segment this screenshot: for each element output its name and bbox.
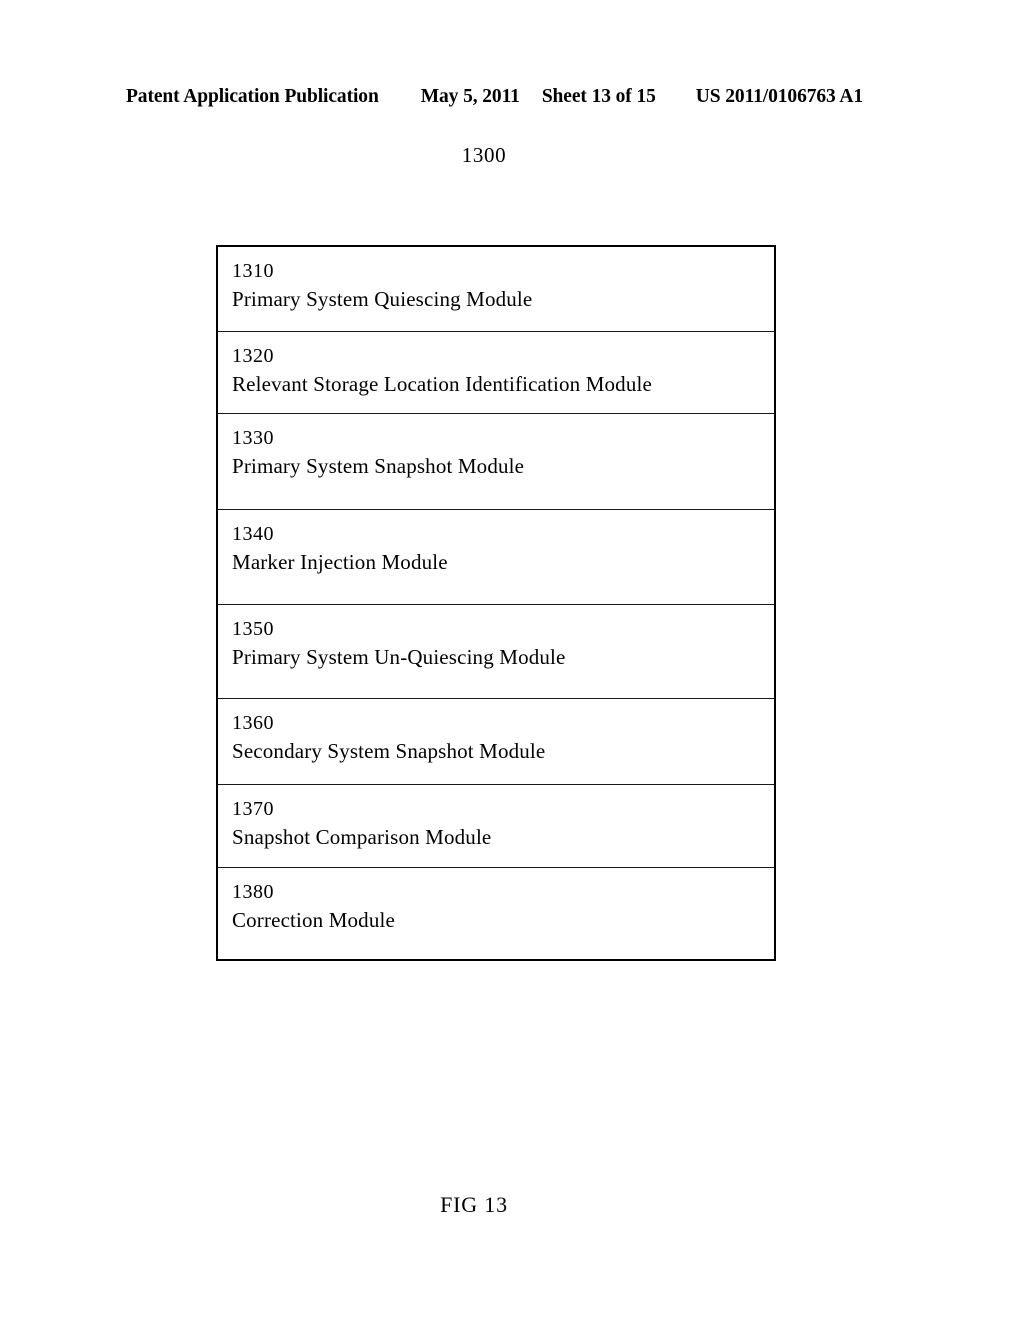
- module-block-1380: 1380 Correction Module: [218, 868, 774, 959]
- module-block-1370: 1370 Snapshot Comparison Module: [218, 785, 774, 868]
- module-label-1340: Marker Injection Module: [232, 550, 448, 574]
- module-label-1360: Secondary System Snapshot Module: [232, 739, 546, 763]
- module-ref-1360: 1360: [232, 712, 274, 734]
- module-label-1320: Relevant Storage Location Identification…: [232, 372, 652, 396]
- module-ref-1380: 1380: [232, 881, 274, 903]
- figure-caption: FIG 13: [0, 1192, 1024, 1218]
- figure-reference-numeral: 1300: [0, 143, 1024, 168]
- module-block-1340: 1340 Marker Injection Module: [218, 510, 774, 605]
- module-block-1310: 1310 Primary System Quiescing Module: [218, 247, 774, 332]
- header-sheet-number: Sheet 13 of 15: [541, 86, 656, 107]
- module-ref-1330: 1330: [232, 427, 274, 449]
- module-ref-1340: 1340: [232, 523, 274, 545]
- module-block-1350: 1350 Primary System Un-Quiescing Module: [218, 605, 774, 699]
- module-ref-1320: 1320: [232, 345, 274, 367]
- module-label-1350: Primary System Un-Quiescing Module: [232, 645, 566, 669]
- module-block-1360: 1360 Secondary System Snapshot Module: [218, 699, 774, 785]
- figure-caption-text: FIG 13: [440, 1192, 508, 1217]
- module-ref-1310: 1310: [232, 260, 274, 282]
- module-label-1310: Primary System Quiescing Module: [232, 287, 533, 311]
- header-publication-date: May 5, 2011: [420, 86, 520, 107]
- header-document-number: US 2011/0106763 A1: [695, 86, 864, 107]
- module-block-1320: 1320 Relevant Storage Location Identific…: [218, 332, 774, 414]
- module-label-1370: Snapshot Comparison Module: [232, 825, 492, 849]
- figure-reference-numeral-value: 1300: [461, 143, 507, 167]
- module-block-1330: 1330 Primary System Snapshot Module: [218, 414, 774, 510]
- module-ref-1350: 1350: [232, 618, 274, 640]
- module-label-1380: Correction Module: [232, 908, 395, 932]
- module-label-1330: Primary System Snapshot Module: [232, 454, 525, 478]
- module-stack-diagram: 1310 Primary System Quiescing Module 132…: [216, 245, 776, 961]
- header-publication-text: Patent Application Publication: [126, 86, 379, 107]
- page-header: Patent Application Publication May 5, 20…: [126, 86, 898, 112]
- module-ref-1370: 1370: [232, 798, 274, 820]
